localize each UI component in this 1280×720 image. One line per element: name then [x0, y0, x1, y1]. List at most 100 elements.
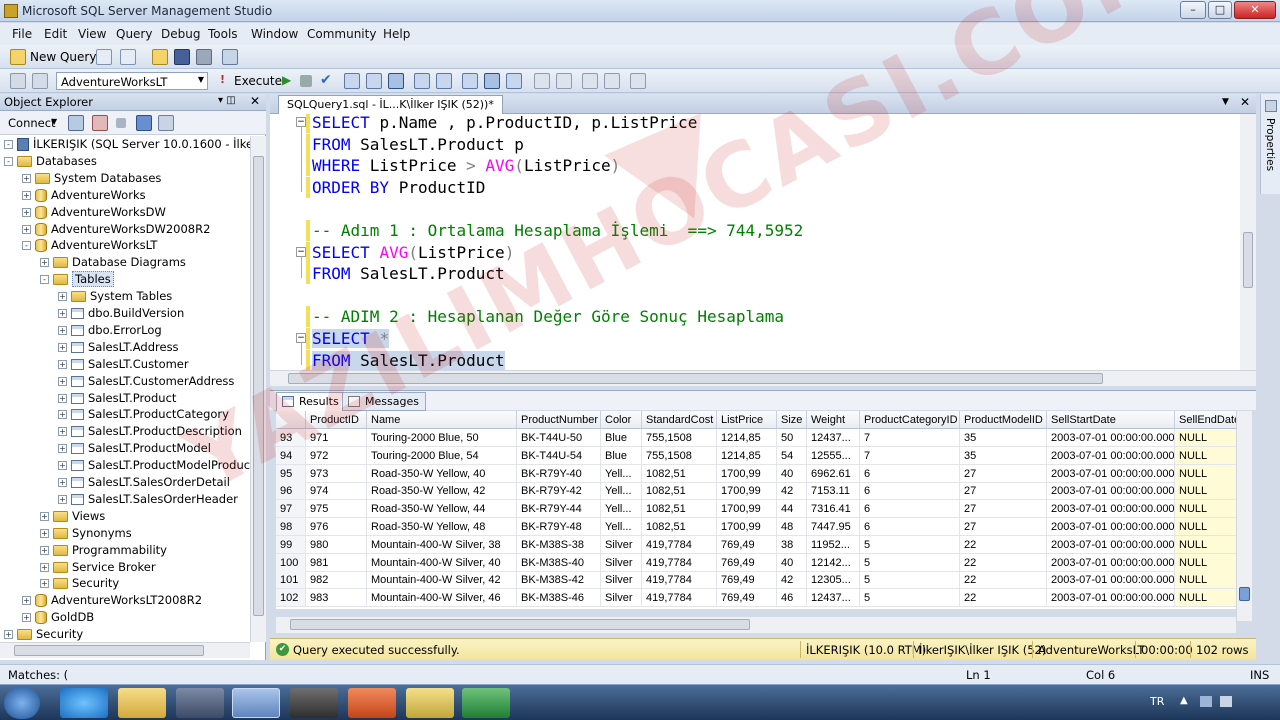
- grid-cell[interactable]: NULL: [1175, 571, 1236, 590]
- tree-node[interactable]: + AdventureWorksDW2008R2: [22, 221, 210, 238]
- expand-icon[interactable]: +: [40, 528, 49, 538]
- grid-cell[interactable]: BK-R79Y-42: [517, 482, 601, 501]
- expand-icon[interactable]: +: [40, 562, 49, 572]
- grid-cell[interactable]: 35: [960, 446, 1047, 465]
- expand-icon[interactable]: +: [4, 630, 13, 640]
- row-number[interactable]: 95: [276, 464, 306, 483]
- increase-indent-icon[interactable]: [604, 73, 620, 89]
- grid-cell[interactable]: NULL: [1175, 446, 1236, 465]
- properties-side-tab[interactable]: Properties: [1260, 94, 1280, 194]
- notes-icon[interactable]: [406, 688, 454, 718]
- grid-cell[interactable]: 769,49: [717, 571, 777, 590]
- editor-horizontal-scrollbar[interactable]: [270, 370, 1256, 386]
- grid-cell[interactable]: 2003-07-01 00:00:00.000: [1047, 429, 1175, 447]
- tab-messages[interactable]: Messages: [342, 392, 426, 411]
- connect-object-icon[interactable]: [68, 115, 84, 131]
- expand-icon[interactable]: +: [40, 258, 49, 268]
- grid-cell[interactable]: 35: [960, 429, 1047, 447]
- collapse-icon[interactable]: -: [4, 140, 13, 149]
- grid-cell[interactable]: 419,7784: [642, 535, 717, 554]
- menu-file[interactable]: File: [12, 27, 32, 41]
- tree-node[interactable]: + Views: [40, 508, 105, 525]
- grid-cell[interactable]: 7153.11: [807, 482, 860, 501]
- grid-cell[interactable]: 971: [306, 429, 367, 447]
- grid-cell[interactable]: 2003-07-01 00:00:00.000: [1047, 464, 1175, 483]
- grid-cell[interactable]: Silver: [601, 553, 642, 572]
- grid-cell[interactable]: 983: [306, 589, 367, 608]
- grid-cell[interactable]: 22: [960, 589, 1047, 608]
- expand-icon[interactable]: +: [40, 579, 49, 589]
- excel-icon[interactable]: [462, 688, 510, 718]
- grid-cell[interactable]: 27: [960, 464, 1047, 483]
- database-engine-query-icon[interactable]: [96, 49, 112, 65]
- column-header[interactable]: ProductNumber: [517, 411, 601, 429]
- tree-node[interactable]: + System Tables: [58, 288, 172, 305]
- tab-list-icon[interactable]: ▼: [1222, 97, 1229, 107]
- tree-node[interactable]: + Programmability: [40, 542, 167, 559]
- tab-sqlquery1[interactable]: SQLQuery1.sql - İL...K\İlker IŞIK (52))*: [278, 95, 503, 114]
- tree-node[interactable]: - Tables: [40, 271, 114, 288]
- grid-cell[interactable]: 7: [860, 429, 960, 447]
- close-panel-icon[interactable]: ✕: [250, 94, 260, 108]
- maximize-button[interactable]: □: [1208, 1, 1232, 19]
- expand-icon[interactable]: +: [58, 393, 67, 403]
- grid-cell[interactable]: 2003-07-01 00:00:00.000: [1047, 535, 1175, 554]
- tree-vertical-scrollbar[interactable]: [250, 136, 266, 642]
- scroll-thumb[interactable]: [1239, 587, 1250, 601]
- grid-cell[interactable]: 1214,85: [717, 446, 777, 465]
- grid-cell[interactable]: 769,49: [717, 535, 777, 554]
- row-number[interactable]: 97: [276, 500, 306, 519]
- expand-icon[interactable]: +: [58, 342, 67, 352]
- grid-cell[interactable]: Mountain-400-W Silver, 38: [367, 535, 517, 554]
- close-button[interactable]: ✕: [1234, 1, 1276, 19]
- menu-window[interactable]: Window: [251, 27, 298, 41]
- grid-cell[interactable]: 2003-07-01 00:00:00.000: [1047, 518, 1175, 536]
- grid-cell[interactable]: Road-350-W Yellow, 48: [367, 518, 517, 536]
- grid-cell[interactable]: 1082,51: [642, 500, 717, 519]
- expand-icon[interactable]: +: [58, 478, 67, 487]
- tree-node[interactable]: + SalesLT.CustomerAddress: [58, 373, 234, 390]
- results-grid[interactable]: ProductID Name ProductNumber Color StandardC…: [276, 411, 1236, 609]
- tree-node[interactable]: + Service Broker: [40, 559, 156, 576]
- tree-node[interactable]: + dbo.ErrorLog: [58, 322, 162, 339]
- minimize-button[interactable]: –: [1180, 1, 1206, 19]
- chevron-down-icon[interactable]: ▼: [51, 117, 57, 126]
- grid-cell[interactable]: 54: [777, 446, 807, 465]
- column-header[interactable]: ListPrice: [717, 411, 777, 429]
- grid-cell[interactable]: 12305...: [807, 571, 860, 590]
- grid-cell[interactable]: Silver: [601, 589, 642, 608]
- row-number[interactable]: 100: [276, 553, 306, 572]
- grid-cell[interactable]: NULL: [1175, 429, 1236, 447]
- analysis-query-icon[interactable]: [120, 49, 136, 65]
- grid-cell[interactable]: NULL: [1175, 589, 1236, 608]
- tree-horizontal-scrollbar[interactable]: [0, 642, 250, 658]
- grid-cell[interactable]: 6: [860, 518, 960, 536]
- grid-cell[interactable]: Road-350-W Yellow, 42: [367, 482, 517, 501]
- tree-node[interactable]: + Database Diagrams: [40, 254, 186, 271]
- database-select[interactable]: AdventureWorksLT ▼: [56, 72, 208, 90]
- grid-cell[interactable]: 982: [306, 571, 367, 590]
- tree-node[interactable]: + SalesLT.ProductModelProductDescription: [58, 457, 250, 474]
- grid-cell[interactable]: Blue: [601, 429, 642, 447]
- expand-icon[interactable]: +: [58, 376, 67, 386]
- grid-cell[interactable]: Road-350-W Yellow, 40: [367, 464, 517, 483]
- grid-cell[interactable]: NULL: [1175, 500, 1236, 519]
- grid-cell[interactable]: Silver: [601, 535, 642, 554]
- grid-cell[interactable]: 769,49: [717, 589, 777, 608]
- column-header[interactable]: ProductCategoryID: [860, 411, 960, 429]
- grid-cell[interactable]: 1082,51: [642, 518, 717, 536]
- grid-cell[interactable]: BK-M38S-46: [517, 589, 601, 608]
- menu-view[interactable]: View: [78, 27, 106, 41]
- specify-values-icon[interactable]: [630, 73, 646, 89]
- grid-cell[interactable]: 755,1508: [642, 429, 717, 447]
- decrease-indent-icon[interactable]: [582, 73, 598, 89]
- grid-cell[interactable]: Blue: [601, 446, 642, 465]
- column-header[interactable]: Size: [777, 411, 807, 429]
- outline-collapse-icon[interactable]: −: [296, 117, 306, 127]
- comment-icon[interactable]: [534, 73, 550, 89]
- grid-cell[interactable]: 419,7784: [642, 553, 717, 572]
- connect-icon[interactable]: [10, 73, 26, 89]
- grid-cell[interactable]: Yell...: [601, 464, 642, 483]
- results-to-grid-icon[interactable]: [388, 73, 404, 89]
- grid-cell[interactable]: 5: [860, 589, 960, 608]
